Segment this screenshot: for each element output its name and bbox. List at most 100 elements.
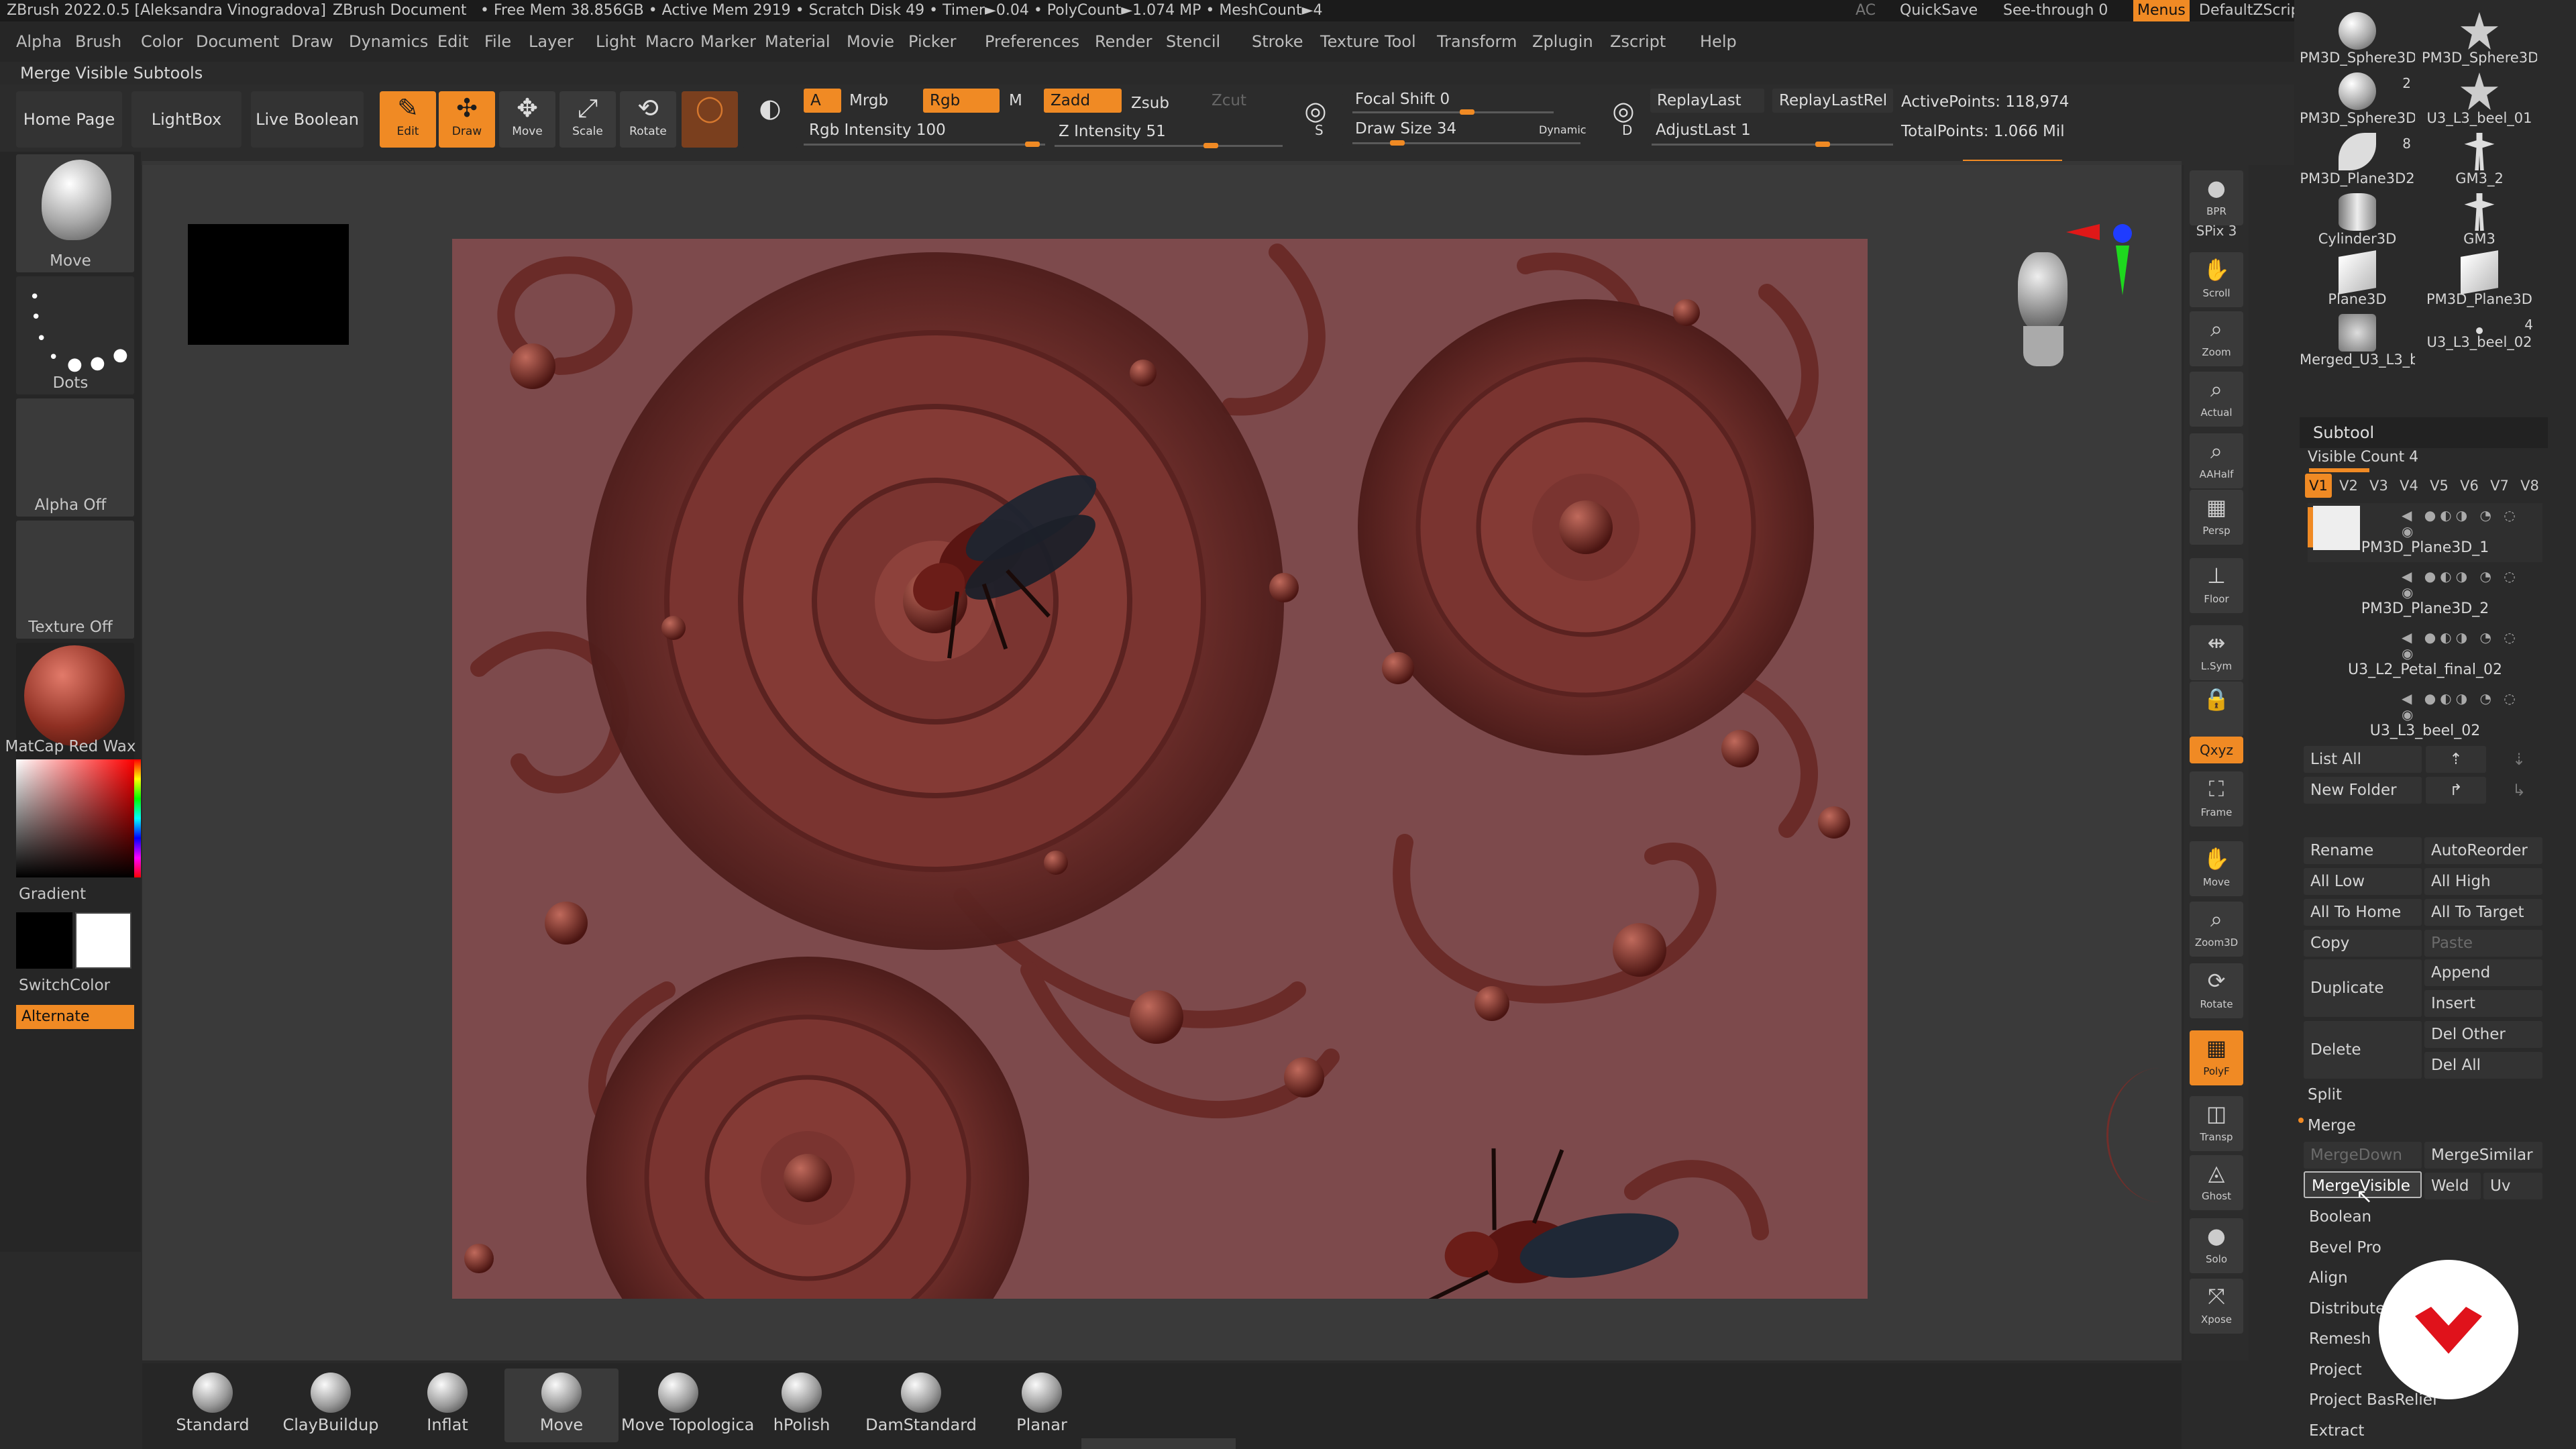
quicksave-button[interactable]: QuickSave xyxy=(1900,0,1978,21)
all-high-button[interactable]: All High xyxy=(2424,868,2542,895)
menu-movie[interactable]: Movie xyxy=(847,21,894,62)
transp-view-button[interactable]: ◫ Transp xyxy=(2190,1096,2243,1151)
polyf-view-button[interactable]: ▦ PolyF xyxy=(2190,1030,2243,1085)
adjust-last-track[interactable] xyxy=(1652,144,1893,146)
menu-brush[interactable]: Brush xyxy=(75,21,121,62)
menu-macro[interactable]: Macro xyxy=(645,21,694,62)
brush-move-topologica[interactable]: Move Topologica xyxy=(621,1368,754,1442)
tool-thumb-8[interactable]: Plane3D xyxy=(2300,250,2415,311)
alternate-button[interactable]: Alternate xyxy=(16,1005,134,1029)
zoom3d-view-button[interactable]: ⌕ Zoom3D xyxy=(2190,902,2243,957)
vis-tab-v7[interactable]: V7 xyxy=(2486,474,2513,498)
subtool-eye-icon[interactable]: ◀ ●◐◑ ◔ ◌ ◉ xyxy=(2402,568,2542,600)
menu-alpha[interactable]: Alpha xyxy=(16,21,62,62)
section-distribute[interactable]: Distribute xyxy=(2300,1295,2385,1322)
menu-zscript[interactable]: Zscript xyxy=(1610,21,1666,62)
section-extract[interactable]: Extract xyxy=(2300,1417,2364,1444)
move-view-button[interactable]: ✋ Move xyxy=(2190,841,2243,896)
rgb-intensity-slider[interactable]: Rgb Intensity 100 xyxy=(809,118,946,142)
menu-tool[interactable]: Tool xyxy=(1385,21,1416,62)
vis-tab-v4[interactable]: V4 xyxy=(2396,474,2422,498)
merge-similar-button[interactable]: MergeSimilar xyxy=(2424,1142,2542,1169)
menu-dynamics[interactable]: Dynamics xyxy=(349,21,428,62)
menu-render[interactable]: Render xyxy=(1095,21,1152,62)
aahalf-view-button[interactable]: ⌕ AAHalf xyxy=(2190,433,2243,488)
relief-canvas[interactable] xyxy=(452,239,1868,1299)
menu-stencil[interactable]: Stencil xyxy=(1166,21,1220,62)
folder-back-icon[interactable]: ↳ xyxy=(2502,777,2536,804)
all-low-button[interactable]: All Low xyxy=(2304,868,2422,895)
vis-tab-v6[interactable]: V6 xyxy=(2456,474,2483,498)
tool-thumb-4[interactable]: PM3D_Plane3D2 8 xyxy=(2300,133,2415,191)
menu-picker[interactable]: Picker xyxy=(908,21,956,62)
list-all-button[interactable]: List All xyxy=(2304,746,2422,773)
section-remesh[interactable]: Remesh xyxy=(2300,1326,2371,1352)
paste-button[interactable]: Paste xyxy=(2424,930,2542,957)
subtool-row-2[interactable]: ◀ ●◐◑ ◔ ◌ ◉ U3_L2_Petal_final_02 xyxy=(2308,625,2542,684)
duplicate-button[interactable]: Duplicate xyxy=(2304,959,2422,1017)
del-other-button[interactable]: Del Other xyxy=(2424,1021,2542,1048)
zadd-toggle[interactable]: Zadd xyxy=(1044,89,1122,113)
actual-view-button[interactable]: ⌕ Actual xyxy=(2190,372,2243,427)
material-button[interactable]: ◯ xyxy=(682,91,738,148)
tool-thumb-10[interactable]: Merged_U3_L3_b xyxy=(2300,314,2415,372)
xpose-view-button[interactable]: ⤧ Xpose xyxy=(2190,1279,2243,1334)
vis-tab-v3[interactable]: V3 xyxy=(2365,474,2392,498)
subtool-row-1[interactable]: ◀ ●◐◑ ◔ ◌ ◉ PM3D_Plane3D_2 xyxy=(2308,564,2542,623)
edit-button[interactable]: ✎ Edit xyxy=(380,91,436,148)
tool-thumb-1[interactable]: PM3D_Sphere3D xyxy=(2422,12,2537,70)
menu-zplugin[interactable]: Zplugin xyxy=(1532,21,1593,62)
hue-strip[interactable] xyxy=(134,759,141,877)
solo-view-button[interactable]: ● Solo xyxy=(2190,1218,2243,1273)
all-to-target-button[interactable]: All To Target xyxy=(2424,899,2542,926)
scale-tool-button[interactable]: ⤢ Scale xyxy=(559,91,616,148)
focal-shift-track[interactable] xyxy=(1352,111,1554,113)
delete-button[interactable]: Delete xyxy=(2304,1021,2422,1079)
move-up-button[interactable]: ⇡ xyxy=(2426,746,2486,773)
menu-layer[interactable]: Layer xyxy=(529,21,574,62)
subtool-eye-icon[interactable]: ◀ ●◐◑ ◔ ◌ ◉ xyxy=(2402,629,2542,661)
rgb-toggle[interactable]: Rgb xyxy=(923,89,1000,113)
color-picker[interactable] xyxy=(16,759,134,877)
brush-standard[interactable]: Standard xyxy=(156,1368,270,1442)
subtool-row-0[interactable]: ◀ ●◐◑ ◔ ◌ ◉ PM3D_Plane3D_1 xyxy=(2308,503,2542,562)
menu-file[interactable]: File xyxy=(484,21,511,62)
frame-view-button[interactable]: ⛶ Frame xyxy=(2190,771,2243,826)
dynamic-toggle[interactable]: Dynamic xyxy=(1539,118,1587,142)
tool-thumb-7[interactable]: GM3 xyxy=(2422,193,2537,251)
rename-button[interactable]: Rename xyxy=(2304,837,2422,864)
menu-edit[interactable]: Edit xyxy=(437,21,468,62)
tool-thumb-11[interactable]: U3_L3_beel_02 4 xyxy=(2422,314,2537,372)
draw-size-track[interactable] xyxy=(1352,142,1580,144)
zsub-toggle[interactable]: Zsub xyxy=(1124,91,1198,115)
tool-thumb-6[interactable]: Cylinder3D xyxy=(2300,193,2415,251)
z-intensity-knob[interactable] xyxy=(1203,143,1218,148)
draw-size-knob[interactable] xyxy=(1390,140,1405,146)
draw-size-slider[interactable]: Draw Size 34 xyxy=(1355,117,1456,141)
section-boolean[interactable]: Boolean xyxy=(2300,1203,2371,1230)
vis-tab-v5[interactable]: V5 xyxy=(2426,474,2453,498)
menus-toggle[interactable]: Menus xyxy=(2133,0,2190,21)
zoom-view-button[interactable]: ⌕ Zoom xyxy=(2190,311,2243,366)
menu-material[interactable]: Material xyxy=(765,21,830,62)
section-bevel-pro[interactable]: Bevel Pro xyxy=(2300,1234,2381,1261)
move-tool-button[interactable]: ✥ Move xyxy=(499,91,555,148)
arrow-down-icon[interactable]: ⇣ xyxy=(2502,746,2536,773)
menu-texture[interactable]: Texture xyxy=(1320,21,1379,62)
secondary-color-swatch[interactable] xyxy=(75,912,131,969)
weld-toggle[interactable]: Weld xyxy=(2424,1173,2481,1199)
brush-claybuildup[interactable]: ClayBuildup xyxy=(274,1368,388,1442)
rgb-intensity-track[interactable] xyxy=(804,144,1045,146)
vis-tab-v1[interactable]: V1 xyxy=(2305,474,2332,498)
vis-tab-v8[interactable]: V8 xyxy=(2516,474,2543,498)
append-button[interactable]: Append xyxy=(2424,959,2542,986)
tool-thumb-3[interactable]: U3_L3_beel_01 xyxy=(2422,72,2537,130)
adjust-last-knob[interactable] xyxy=(1815,142,1830,147)
all-to-home-button[interactable]: All To Home xyxy=(2304,899,2422,926)
tool-thumb-0[interactable]: PM3D_Sphere3D xyxy=(2300,12,2415,70)
a-toggle[interactable]: A xyxy=(804,89,841,113)
menu-marker[interactable]: Marker xyxy=(700,21,756,62)
subtool-header[interactable]: Subtool xyxy=(2300,417,2548,448)
home-page-button[interactable]: Home Page xyxy=(16,91,122,148)
mrgb-toggle[interactable]: Mrgb xyxy=(843,89,916,113)
